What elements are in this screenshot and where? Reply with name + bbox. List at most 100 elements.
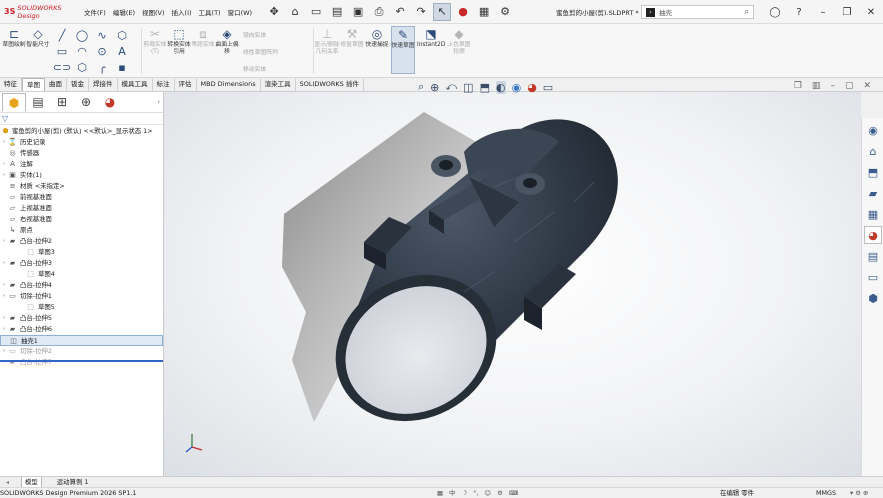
zoom-area-icon[interactable]: ⊕: [430, 81, 439, 94]
expand-arrow-icon[interactable]: ›: [1, 236, 7, 247]
solidworks-resources-tab[interactable]: ◉: [864, 121, 882, 139]
tree-item[interactable]: ◎ 传感器: [0, 148, 163, 159]
file-properties-icon[interactable]: ▦: [475, 3, 493, 21]
slot-icon[interactable]: ⊂⊃: [52, 61, 72, 74]
tab-evaluate[interactable]: 评估: [175, 78, 197, 91]
undo-icon[interactable]: ↶: [391, 3, 409, 21]
tree-item[interactable]: ⬚ 草图3: [0, 247, 163, 258]
menu-file[interactable]: 文件(F): [84, 7, 106, 17]
repair-sketch-button[interactable]: ⚒ 修复草图: [340, 26, 364, 49]
expand-arrow-icon[interactable]: ›: [1, 357, 7, 368]
viewport-close-icon[interactable]: ✕: [863, 81, 871, 91]
expand-arrow-icon[interactable]: ›: [1, 313, 7, 324]
tab-sheet-metal[interactable]: 钣金: [67, 78, 89, 91]
3dexperience-tab[interactable]: ⌂: [864, 142, 882, 160]
account-icon[interactable]: ◯: [763, 7, 787, 18]
ime-settings-icon[interactable]: ⚙: [497, 488, 503, 498]
mirror-entities[interactable]: 镜向实体: [243, 30, 266, 39]
expand-arrow-icon[interactable]: ›: [1, 324, 7, 335]
tree-item[interactable]: ⬚ 草图4: [0, 269, 163, 280]
tree-item[interactable]: › ▰ 凸台-拉伸6: [0, 324, 163, 335]
configuration-manager-tab[interactable]: ⊞: [50, 93, 74, 111]
tab-surfaces[interactable]: 曲面: [45, 78, 67, 91]
tab-mold-tools[interactable]: 模具工具: [118, 78, 153, 91]
new-document-icon[interactable]: ▭: [307, 3, 325, 21]
tree-item[interactable]: ⬚ 草图5: [0, 302, 163, 313]
rollback-bar[interactable]: [0, 360, 163, 362]
addins-tab[interactable]: ⬢: [864, 289, 882, 307]
model-view[interactable]: [164, 92, 861, 476]
property-manager-tab[interactable]: ▤: [26, 93, 50, 111]
ime-punct-icon[interactable]: °,: [473, 488, 478, 498]
home-icon[interactable]: ⌂: [286, 3, 304, 21]
tree-item[interactable]: › ▣ 实体(1): [0, 170, 163, 181]
appearances-tab[interactable]: ◕: [864, 226, 882, 244]
viewport-tile-icon[interactable]: ▢: [845, 81, 854, 91]
view-orientation-icon[interactable]: ⬒: [480, 81, 490, 94]
tab-render-tools[interactable]: 渲染工具: [261, 78, 296, 91]
expand-arrow-icon[interactable]: ›: [1, 137, 7, 148]
menu-insert[interactable]: 插入(I): [172, 7, 192, 17]
search-input[interactable]: 抽壳: [659, 7, 672, 17]
expand-arrow-icon[interactable]: ›: [1, 280, 7, 291]
zoom-to-fit-icon[interactable]: ⌕: [418, 80, 424, 94]
tab-sketch[interactable]: 草图: [22, 78, 45, 91]
fillet-icon[interactable]: ╭: [92, 61, 112, 74]
trim-button[interactable]: ✂ 剪裁实体(T): [143, 26, 167, 56]
expand-arrow-icon[interactable]: ›: [1, 291, 7, 302]
point-icon[interactable]: ▪: [112, 61, 132, 74]
solidworks-logo[interactable]: 3S SOLIDWORKS Design: [4, 4, 78, 20]
tree-filter[interactable]: ▽: [0, 113, 163, 125]
tree-item[interactable]: ↳ 原点: [0, 225, 163, 236]
tab-features[interactable]: 特征: [0, 78, 22, 91]
menu-tools[interactable]: 工具(T): [199, 7, 221, 17]
feature-manager-tab[interactable]: ⬢: [2, 93, 26, 111]
display-manager-tab[interactable]: ◕: [98, 93, 122, 111]
design-library-tab[interactable]: ⬒: [864, 163, 882, 181]
status-icons[interactable]: ▾ ⚙ ⊕: [850, 488, 868, 498]
shaded-sketch-contours-button[interactable]: ◆ 上色草图轮廓: [447, 26, 471, 56]
unit-system[interactable]: MMGS: [816, 488, 836, 498]
tree-item[interactable]: › ▰ 凸台-拉伸4: [0, 280, 163, 291]
tree-item[interactable]: ◫ 抽壳1: [0, 335, 163, 346]
expand-arrow-icon[interactable]: ›: [1, 346, 7, 357]
select-cursor-icon[interactable]: ↖: [433, 2, 452, 21]
reference-icon[interactable]: ⬡: [112, 29, 132, 42]
tree-item[interactable]: › A 注解: [0, 159, 163, 170]
help-icon[interactable]: ?: [787, 7, 811, 18]
view-palette-tab[interactable]: ▦: [864, 205, 882, 223]
close-button[interactable]: ✕: [859, 7, 883, 18]
apply-scene-icon[interactable]: ▭: [543, 81, 553, 94]
menu-view[interactable]: 视图(V): [142, 7, 165, 17]
move-entities[interactable]: 移动实体: [243, 64, 266, 73]
minimize-button[interactable]: –: [811, 7, 835, 18]
menu-edit[interactable]: 编辑(E): [113, 7, 135, 17]
display-relations-button[interactable]: ⊥ 显示/删除几何关系: [314, 26, 339, 56]
expand-arrow-icon[interactable]: ›: [1, 159, 7, 170]
viewport-restore-icon[interactable]: ❐: [794, 81, 802, 91]
tree-item[interactable]: › ▭ 切除-拉伸1: [0, 291, 163, 302]
tab-scroll-left-icon[interactable]: ◂: [6, 479, 9, 486]
dimxpert-manager-tab[interactable]: ⊕: [74, 93, 98, 111]
save-icon[interactable]: ▣: [349, 3, 367, 21]
hide-show-items-icon[interactable]: ◉: [512, 81, 522, 94]
line-icon[interactable]: ╱: [52, 29, 72, 42]
rebuild-icon[interactable]: ●: [454, 3, 472, 21]
search-icon[interactable]: ⌕: [745, 7, 749, 17]
tab-model[interactable]: 模型: [21, 476, 42, 488]
menu-window[interactable]: 窗口(W): [228, 7, 253, 17]
text-icon[interactable]: A: [112, 45, 132, 58]
open-file-icon[interactable]: ▤: [328, 3, 346, 21]
tab-weldments[interactable]: 焊接件: [89, 78, 118, 91]
tree-item[interactable]: › ⌛ 历史记录: [0, 137, 163, 148]
forum-tab[interactable]: ▭: [864, 268, 882, 286]
tree-item[interactable]: › ▭ 切除-拉伸2: [0, 346, 163, 357]
polygon-icon[interactable]: ⬡: [72, 61, 92, 74]
options-gear-icon[interactable]: ⚙: [496, 3, 514, 21]
tab-solidworks-addins[interactable]: SOLIDWORKS 插件: [296, 78, 364, 91]
previous-view-icon[interactable]: ⤺: [445, 80, 457, 94]
rectangle-icon[interactable]: ▭: [52, 45, 72, 58]
graphics-area[interactable]: [164, 92, 861, 476]
convert-entities-button[interactable]: ⬚ 转换实体引用: [167, 26, 191, 56]
ime-grid-icon[interactable]: ▦: [437, 488, 443, 498]
